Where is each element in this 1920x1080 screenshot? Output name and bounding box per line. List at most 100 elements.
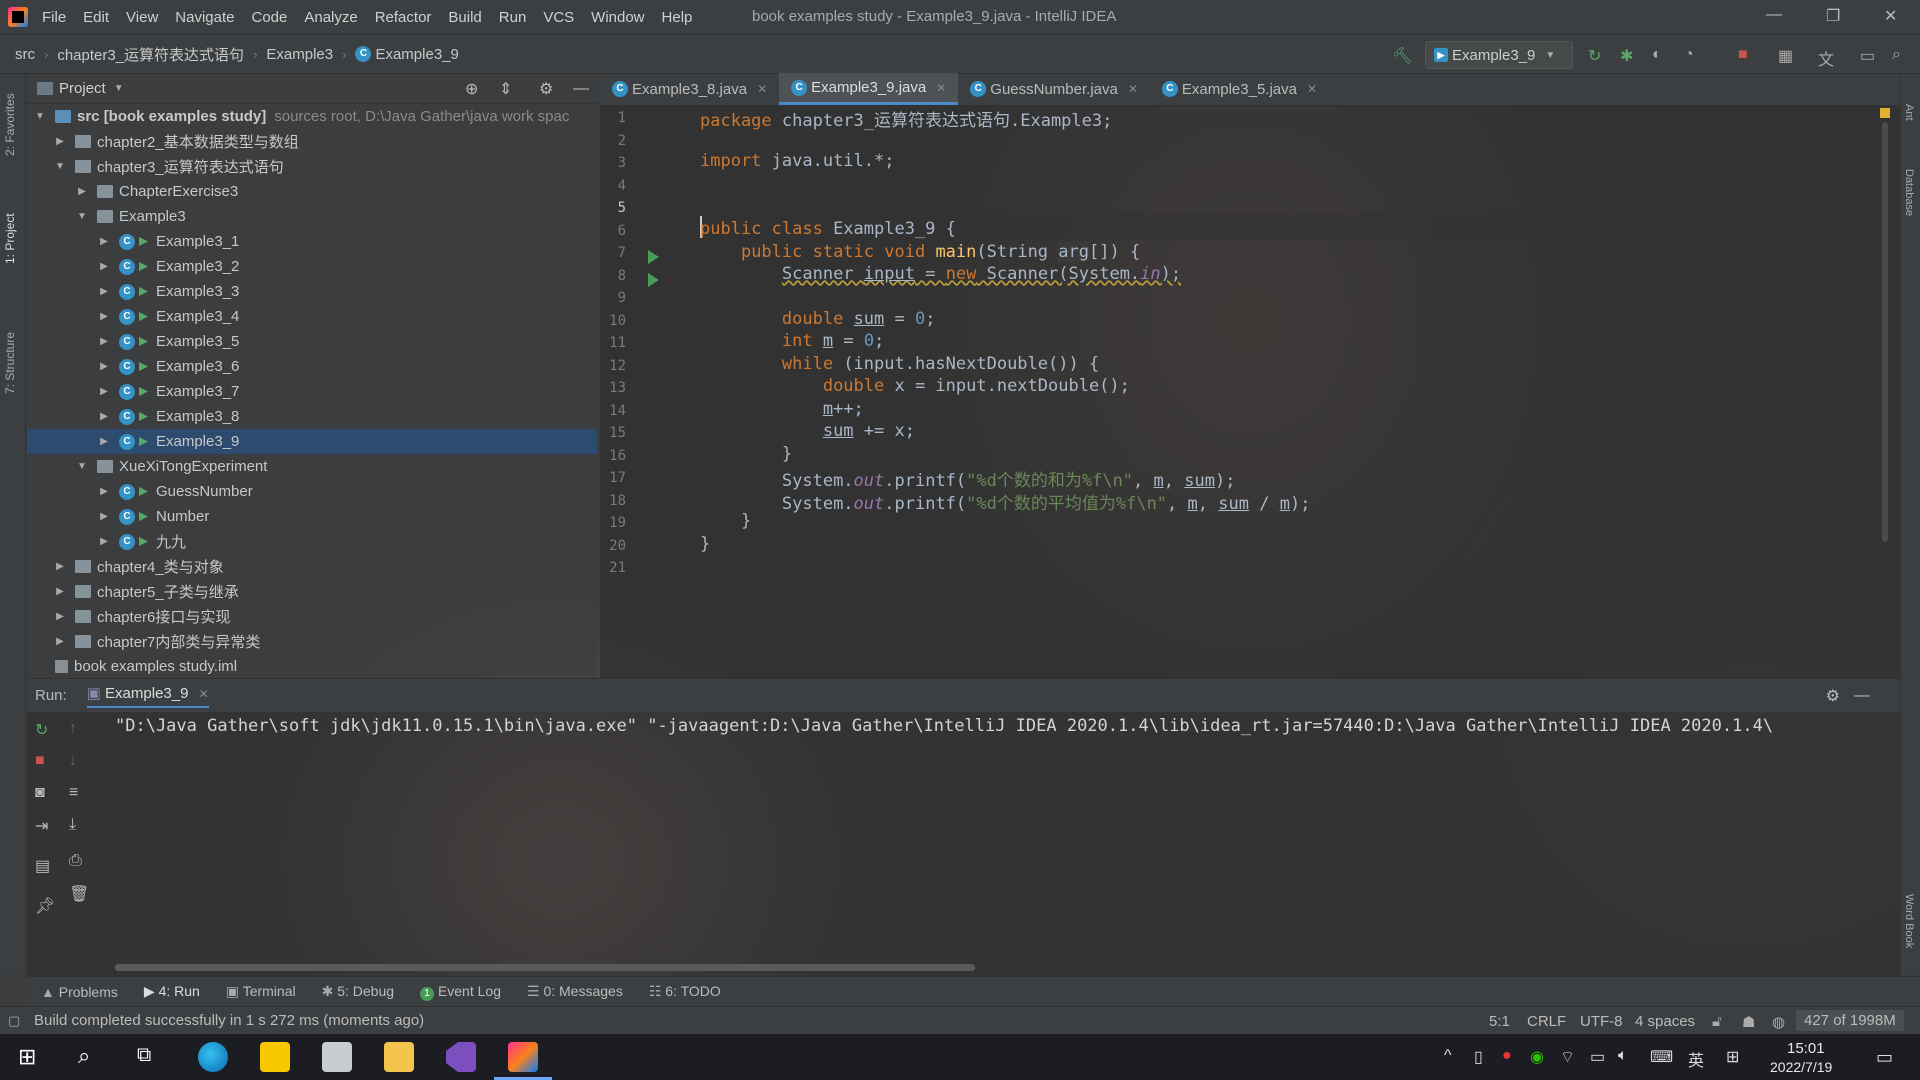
event-log-tab[interactable]: 1 Event Log	[420, 983, 501, 1001]
chevron-right-icon[interactable]: ▶	[53, 586, 67, 597]
tree-item[interactable]: ▶ C 九九	[27, 529, 597, 554]
line-number[interactable]: 3	[600, 155, 626, 171]
scroll-to-end-icon[interactable]: ⤓	[69, 816, 76, 834]
wifi-icon[interactable]: ⌔	[1560, 1047, 1575, 1067]
close-tab-icon[interactable]: ✕	[936, 81, 946, 95]
edge-browser-icon[interactable]	[198, 1042, 228, 1072]
chevron-right-icon[interactable]: ▶	[53, 561, 67, 572]
app-window-icon[interactable]	[322, 1042, 352, 1072]
chevron-right-icon[interactable]: ▶	[97, 486, 111, 497]
restore-icon[interactable]: ❐	[1826, 6, 1840, 26]
tab-example3-8[interactable]: C Example3_8.java ✕	[600, 73, 779, 105]
code-editor[interactable]: 1 2 3 4 5 6 7 8 9 10 11 12 13 14 15 16 17 18 19 20 21 packag…	[600, 106, 1900, 678]
line-number[interactable]: 8	[600, 268, 626, 284]
tree-item[interactable]: ▶ C Example3_2	[27, 254, 597, 279]
run-configuration-select[interactable]: ▶ Example3_9 ▼	[1425, 41, 1573, 69]
word-book-tab[interactable]: Word Book	[1903, 894, 1915, 948]
presentation-icon[interactable]: ▭	[1860, 46, 1875, 66]
lock-icon[interactable]: 🔓︎	[1712, 1013, 1722, 1030]
locate-icon[interactable]: ⊕	[465, 79, 478, 99]
line-number[interactable]: 18	[600, 493, 626, 509]
menu-analyze[interactable]: Analyze	[304, 9, 357, 26]
chevron-right-icon[interactable]: ▶	[97, 536, 111, 547]
search-icon[interactable]: ⌕	[78, 1043, 90, 1069]
trash-icon[interactable]: 🗑︎	[69, 884, 89, 904]
tree-item[interactable]: ▼ Example3	[27, 204, 597, 229]
caret-position[interactable]: 5:1	[1489, 1013, 1510, 1030]
tree-item[interactable]: ▶ C GuessNumber	[27, 479, 597, 504]
todo-tab[interactable]: ☷ 6: TODO	[649, 983, 721, 1000]
line-number[interactable]: 6	[600, 223, 626, 239]
line-number[interactable]: 12	[600, 358, 626, 374]
chevron-right-icon[interactable]: ▶	[97, 511, 111, 522]
gear-icon[interactable]: ⚙	[539, 79, 553, 99]
gear-icon[interactable]: ⚙	[1826, 686, 1840, 706]
line-number[interactable]: 5	[600, 200, 626, 216]
chevron-up-icon[interactable]: ^	[1444, 1047, 1452, 1065]
status-toggle-icon[interactable]: ▢	[8, 1013, 20, 1029]
chevron-right-icon[interactable]: ▶	[97, 236, 111, 247]
tab-example3-9[interactable]: C Example3_9.java ✕	[779, 73, 959, 105]
build-hammer-icon[interactable]: 🔨︎	[1392, 46, 1412, 66]
print-icon[interactable]: ⎙	[69, 852, 82, 870]
close-tab-icon[interactable]: ✕	[199, 687, 209, 701]
rerun-icon[interactable]: ↻	[1588, 46, 1601, 66]
line-number[interactable]: 9	[600, 290, 626, 306]
chevron-down-icon[interactable]: ▼	[53, 161, 67, 172]
inspector-icon[interactable]: ☗	[1742, 1013, 1755, 1031]
file-explorer-icon[interactable]	[384, 1042, 414, 1072]
tree-item[interactable]: ▶ chapter6接口与实现	[27, 604, 597, 629]
line-number[interactable]: 19	[600, 515, 626, 531]
qq-icon[interactable]: ●	[1502, 1047, 1512, 1065]
tree-item[interactable]: ▶ C Example3_8	[27, 404, 597, 429]
chevron-right-icon[interactable]: ▶	[53, 636, 67, 647]
chevron-right-icon[interactable]: ▶	[97, 436, 111, 447]
tree-item[interactable]: ▼ src [book examples study] sources root, …	[27, 104, 597, 129]
breadcrumb-chapter3[interactable]: chapter3_运算符表达式语句	[57, 44, 244, 65]
minimize-icon[interactable]: —	[1766, 6, 1782, 24]
tree-item[interactable]: ▶ chapter2_基本数据类型与数组	[27, 129, 597, 154]
line-number[interactable]: 10	[600, 313, 626, 329]
ime-mode-icon[interactable]: ⊞	[1726, 1047, 1739, 1067]
search-icon[interactable]: ⌕	[1892, 46, 1901, 64]
visual-studio-icon[interactable]	[446, 1042, 476, 1072]
layout-icon[interactable]: ▤	[35, 856, 50, 876]
database-tab[interactable]: Database	[1903, 169, 1915, 216]
tree-item[interactable]: ▶ C Example3_5	[27, 329, 597, 354]
intellij-taskbar-icon[interactable]	[508, 1042, 538, 1072]
chevron-right-icon[interactable]: ▶	[97, 286, 111, 297]
chevron-down-icon[interactable]: ▼	[114, 83, 124, 94]
coverage-icon[interactable]: ◐	[1652, 46, 1662, 64]
menu-code[interactable]: Code	[251, 9, 287, 26]
clock-time[interactable]: 15:01	[1787, 1040, 1825, 1057]
debug-tab[interactable]: ✱ 5: Debug	[322, 983, 394, 1000]
tree-item[interactable]: ▶ chapter5_子类与继承	[27, 579, 597, 604]
run-tab[interactable]: ▶ 4: Run	[144, 983, 200, 1000]
problems-tab[interactable]: ▲ Problems	[41, 984, 118, 1000]
menu-edit[interactable]: Edit	[83, 9, 109, 26]
chevron-right-icon[interactable]: ▶	[97, 386, 111, 397]
clock-date[interactable]: 2022/7/19	[1770, 1059, 1832, 1075]
messages-tab[interactable]: ☰ 0: Messages	[527, 983, 623, 1000]
run-class-icon[interactable]	[648, 250, 659, 264]
chevron-down-icon[interactable]: ▼	[75, 211, 89, 222]
chevron-right-icon[interactable]: ▶	[97, 311, 111, 322]
exit-icon[interactable]: ⇥	[35, 816, 48, 836]
close-tab-icon[interactable]: ✕	[1307, 82, 1317, 96]
pin-icon[interactable]: 📌︎	[35, 896, 55, 916]
tab-guessnumber[interactable]: C GuessNumber.java ✕	[958, 73, 1150, 105]
task-view-icon[interactable]: ⧉	[137, 1044, 151, 1067]
tree-item[interactable]: ▶ chapter7内部类与异常类	[27, 629, 597, 654]
tree-item[interactable]: ▶ C Example3_7	[27, 379, 597, 404]
down-arrow-icon[interactable]: ↓	[69, 752, 77, 770]
stop-icon[interactable]: ■	[35, 752, 45, 770]
line-number[interactable]: 11	[600, 335, 626, 351]
tree-item[interactable]: ▼ XueXiTongExperiment	[27, 454, 597, 479]
line-number[interactable]: 21	[600, 560, 626, 576]
chevron-right-icon[interactable]: ▶	[97, 261, 111, 272]
sticky-notes-icon[interactable]	[260, 1042, 290, 1072]
line-number[interactable]: 13	[600, 380, 626, 396]
ime-language[interactable]: 英	[1688, 1047, 1704, 1071]
breadcrumb-src[interactable]: src	[15, 46, 35, 63]
run-console[interactable]: ↻ ■ ◙ ⇥ ▤ 📌︎ ↑ ↓ ≡ ⤓ ⎙ 🗑︎ "D:\Java Gathe…	[27, 712, 1900, 976]
